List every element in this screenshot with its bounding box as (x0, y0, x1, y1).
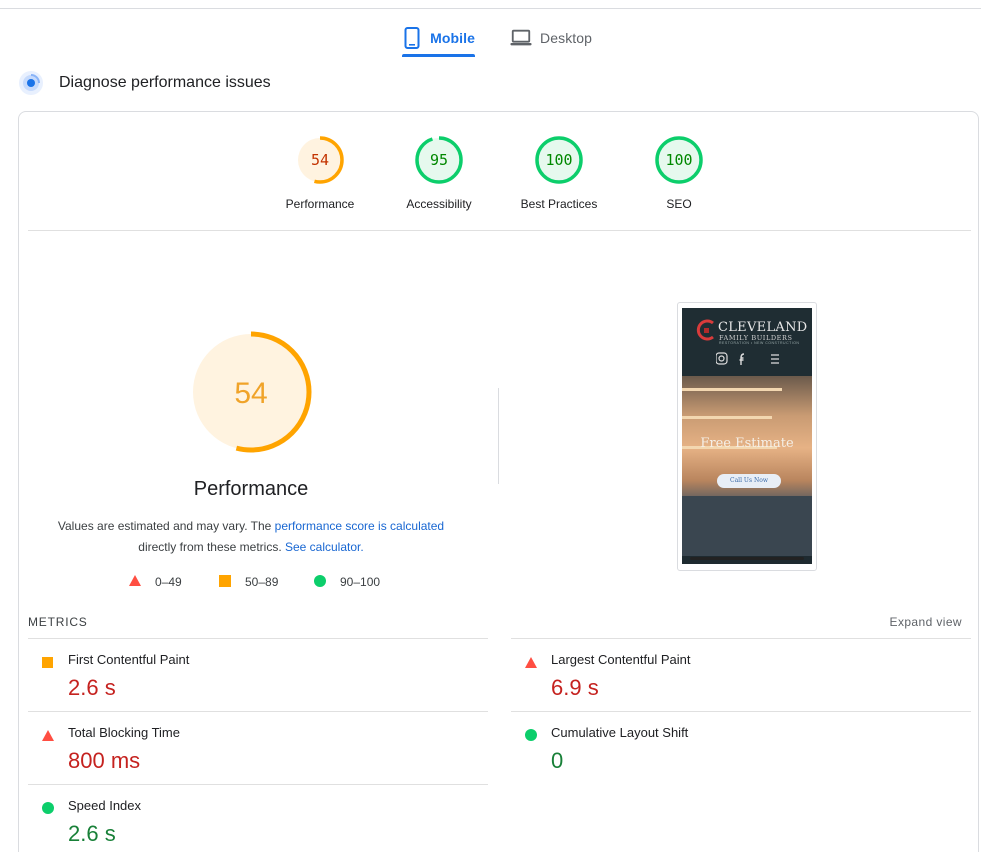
metric-value: 0 (551, 748, 564, 773)
performance-main-gauge: 54 (190, 331, 312, 453)
smartphone-icon (402, 27, 422, 49)
circle-icon (42, 801, 54, 819)
gauge-best-practices-ring: 100 (535, 136, 583, 184)
active-tab-indicator (402, 54, 475, 57)
facebook-icon (739, 353, 745, 365)
instagram-lens (718, 355, 725, 362)
gauges-divider (28, 230, 971, 231)
triangle-icon (42, 728, 54, 746)
site-tagline: RESTORATION • NEW CONSTRUCTION (719, 341, 800, 345)
metric-name: Largest Contentful Paint (551, 652, 691, 667)
square-icon (219, 574, 231, 590)
note-text-2: directly from these metrics. (138, 540, 285, 554)
triangle-icon (129, 575, 141, 589)
gauge-performance-label: Performance (285, 197, 355, 211)
site-hero: Free Estimate Call Us Now (682, 376, 812, 556)
gauge-accessibility-score: 95 (430, 151, 448, 169)
hero-shelf (682, 388, 782, 391)
metric-value: 800 ms (68, 748, 141, 773)
metrics-title: METRICS (28, 615, 88, 629)
diagnose-header: Diagnose performance issues (18, 70, 271, 96)
performance-main-score: 54 (234, 377, 267, 410)
screenshot-page: CLEVELAND FAMILY BUILDERS RESTORATION • … (682, 308, 812, 564)
hero-shelf (682, 416, 772, 419)
device-tabs: Mobile Desktop (0, 18, 981, 58)
gauge-accessibility[interactable]: 95 Accessibility (379, 134, 499, 211)
instagram-icon (716, 352, 728, 365)
legend-pass: 90–100 (314, 574, 380, 590)
legend-fail: 0–49 (129, 574, 182, 590)
lighthouse-icon (18, 70, 44, 96)
hero-counter (682, 496, 812, 556)
metric-speed-index[interactable]: Speed Index 2.6 s (28, 784, 488, 852)
metric-name: Cumulative Layout Shift (551, 725, 689, 740)
metric-value: 2.6 s (68, 821, 116, 846)
metric-name: Total Blocking Time (68, 725, 180, 740)
expand-view-button[interactable]: Expand view (890, 615, 962, 629)
home-indicator (690, 557, 804, 560)
note-text-1: Values are estimated and may vary. The (57, 519, 275, 533)
performance-main-title: Performance (193, 478, 309, 500)
gauge-best-practices[interactable]: 100 Best Practices (499, 134, 619, 211)
tab-desktop[interactable]: Desktop (510, 18, 602, 58)
metric-value: 2.6 s (68, 675, 116, 700)
site-hero-title: Free Estimate (700, 436, 794, 451)
circle-icon (525, 728, 537, 746)
metric-name: First Contentful Paint (68, 652, 190, 667)
square-icon (42, 655, 53, 673)
gauge-best-practices-label: Best Practices (520, 197, 598, 211)
tab-mobile-label: Mobile (430, 30, 475, 46)
legend-pass-range: 90–100 (340, 575, 381, 589)
tab-desktop-label: Desktop (540, 30, 593, 46)
gauge-seo-label: SEO (666, 197, 692, 211)
gauge-performance[interactable]: 54 Performance (260, 134, 380, 211)
site-cta-button: Call Us Now (717, 474, 781, 488)
gauge-performance-ring: 54 (296, 136, 344, 184)
top-divider (0, 8, 981, 9)
vertical-separator (498, 388, 499, 484)
gauge-seo[interactable]: 100 SEO (619, 134, 739, 211)
diagnose-title: Diagnose performance issues (59, 74, 271, 91)
final-screenshot[interactable]: CLEVELAND FAMILY BUILDERS RESTORATION • … (677, 302, 817, 571)
site-header: CLEVELAND FAMILY BUILDERS RESTORATION • … (682, 308, 812, 376)
see-calculator-link[interactable]: See calculator. (285, 540, 364, 554)
site-brand: CLEVELAND (718, 320, 808, 335)
site-logo-icon (696, 319, 714, 341)
metric-value: 6.9 s (551, 675, 599, 700)
laptop-icon (510, 27, 532, 49)
legend-fail-range: 0–49 (155, 575, 182, 589)
metric-largest-contentful-paint[interactable]: Largest Contentful Paint 6.9 s (511, 638, 971, 711)
gauge-accessibility-label: Accessibility (406, 197, 472, 211)
site-nav-icons (716, 352, 779, 365)
legend-average: 50–89 (219, 574, 278, 590)
score-note: Values are estimated and may vary. The p… (51, 516, 451, 558)
metric-name: Speed Index (68, 798, 142, 813)
tab-mobile[interactable]: Mobile (402, 18, 475, 58)
gauge-seo-ring: 100 (655, 136, 703, 184)
gauge-performance-score: 54 (311, 151, 329, 169)
legend-average-range: 50–89 (245, 575, 279, 589)
metric-cumulative-layout-shift[interactable]: Cumulative Layout Shift 0 (511, 711, 971, 784)
circle-icon (314, 574, 326, 590)
gauge-accessibility-ring: 95 (415, 136, 463, 184)
category-gauges: 54 Performance 95 Accessibility 100 Best… (19, 112, 980, 230)
report-card: 54 Performance 95 Accessibility 100 Best… (18, 111, 979, 852)
triangle-icon (525, 655, 537, 673)
metric-first-contentful-paint[interactable]: First Contentful Paint 2.6 s (28, 638, 488, 711)
performance-score-link[interactable]: performance score is calculated (275, 519, 444, 533)
gauge-seo-score: 100 (665, 151, 692, 169)
metric-total-blocking-time[interactable]: Total Blocking Time 800 ms (28, 711, 488, 784)
gauge-best-practices-score: 100 (545, 151, 572, 169)
menu-icon (771, 354, 779, 364)
